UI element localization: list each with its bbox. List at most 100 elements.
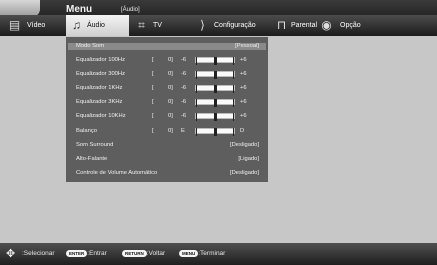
slider-max-label: +6	[240, 85, 247, 91]
slider-right-tick	[233, 128, 234, 136]
slider-thumb[interactable]	[214, 85, 217, 93]
slider-min-label: -6	[181, 99, 187, 105]
menu-subtitle: [Áudio]	[121, 7, 140, 13]
setup-icon: ⟩	[200, 18, 205, 32]
slider-max-label: +6	[240, 57, 247, 63]
slider-max-label: +6	[240, 71, 247, 77]
bracket: [	[152, 99, 154, 105]
setting-value: 0]	[168, 85, 173, 91]
help-return: RETURN:Voltar	[122, 250, 165, 257]
tab-video[interactable]: ▤ Vídeo	[0, 15, 60, 36]
setting-eq-1khz[interactable]: Equalizador 1KHz [ 0] -6 +6	[66, 82, 268, 95]
help-enter-label: :Entrar	[87, 250, 107, 258]
slider-left-tick	[196, 85, 197, 93]
setting-value: [Ligado]	[238, 156, 259, 162]
slider-right-tick	[233, 99, 234, 107]
tab-opcao[interactable]: ◉ Opção	[320, 15, 380, 36]
help-menu: MENU:Terminar	[179, 250, 225, 257]
setting-label: Balanço	[76, 128, 97, 134]
slider-thumb[interactable]	[214, 128, 217, 136]
setting-label: Alto-Falante	[76, 156, 108, 162]
tab-opcao-label: Opção	[340, 22, 361, 29]
help-bar: ✥ :Selecionar ENTER:Entrar RETURN:Voltar…	[0, 243, 437, 265]
return-key: RETURN	[122, 250, 147, 257]
slider-thumb[interactable]	[214, 99, 217, 107]
slider-thumb[interactable]	[214, 57, 217, 65]
enter-key: ENTER	[66, 250, 88, 257]
slider-min-label: -6	[181, 113, 187, 119]
setting-label: Equalizador 1KHz	[76, 85, 123, 91]
slider-left-tick	[196, 99, 197, 107]
dpad-icon: ✥	[6, 248, 16, 260]
menu-key: MENU	[179, 250, 199, 257]
eq-3khz-slider[interactable]	[195, 99, 235, 107]
slider-left-tick	[196, 71, 197, 79]
setting-label: Equalizador 10KHz	[76, 113, 126, 119]
tab-audio-label: Áudio	[87, 22, 105, 29]
eq-300hz-slider[interactable]	[195, 71, 235, 79]
tab-audio[interactable]: ♫ Áudio	[66, 15, 129, 36]
slider-left-tick	[196, 128, 197, 136]
setting-alto-falante[interactable]: Alto-Falante [Ligado]	[66, 153, 268, 166]
slider-thumb[interactable]	[214, 113, 217, 121]
lock-icon: ⊓	[276, 18, 287, 32]
help-select: :Selecionar	[22, 250, 55, 257]
slider-min-label: E	[181, 128, 185, 134]
tab-configuracao[interactable]: ⟩ Configuração	[196, 15, 272, 36]
setting-value: 0]	[168, 71, 173, 77]
slider-thumb[interactable]	[214, 71, 217, 79]
bracket: [	[152, 57, 154, 63]
slider-max-label: D	[240, 128, 245, 134]
setting-value: [Pessoal]	[235, 43, 259, 49]
setting-modo-som[interactable]: Modo Som [Pessoal]	[66, 40, 268, 53]
help-return-label: :Voltar	[146, 250, 166, 258]
bracket: [	[152, 113, 154, 119]
setting-value: 0]	[168, 99, 173, 105]
setting-controle-volume-automatico[interactable]: Controle de Volume Automático [Desligado…	[66, 167, 268, 180]
bracket: [	[152, 71, 154, 77]
slider-right-tick	[233, 57, 234, 65]
slider-min-label: -6	[181, 85, 187, 91]
setting-eq-100hz[interactable]: Equalizador 100Hz [ 0] -6 +6	[66, 54, 268, 67]
help-menu-label: :Terminar	[198, 250, 226, 258]
setting-value: [Desligado]	[229, 142, 259, 148]
eq-100hz-slider[interactable]	[195, 57, 235, 65]
tab-tv-label: TV	[153, 22, 162, 29]
slider-max-label: +6	[240, 99, 247, 105]
balance-slider[interactable]	[195, 128, 235, 136]
setting-label: Som Surround	[76, 142, 114, 148]
slider-min-label: -6	[181, 57, 187, 63]
setting-label: Equalizador 3KHz	[76, 99, 123, 105]
setting-eq-3khz[interactable]: Equalizador 3KHz [ 0] -6 +6	[66, 96, 268, 109]
setting-value: 0]	[168, 113, 173, 119]
setting-eq-10khz[interactable]: Equalizador 10KHz [ 0] -6 +6	[66, 110, 268, 123]
setting-value: [Desligado]	[229, 170, 259, 176]
menu-title: Menu	[66, 4, 93, 15]
bracket: [	[152, 128, 154, 134]
slider-right-tick	[233, 71, 234, 79]
setting-value: 0]	[168, 57, 173, 63]
tv-icon: ⌗	[138, 18, 145, 32]
tab-parental-label: Parental	[291, 22, 318, 29]
slider-max-label: +6	[240, 113, 247, 119]
video-icon: ▤	[8, 18, 21, 32]
setting-som-surround[interactable]: Som Surround [Desligado]	[66, 139, 268, 152]
tab-configuracao-label: Configuração	[214, 22, 256, 29]
setting-value: 0]	[168, 128, 173, 134]
setting-balanco[interactable]: Balanço [ 0] E D	[66, 125, 268, 138]
help-enter: ENTER:Entrar	[66, 250, 107, 257]
audio-settings-panel: Modo Som [Pessoal] Equalizador 100Hz [ 0…	[66, 37, 268, 182]
setting-eq-300hz[interactable]: Equalizador 300Hz [ 0] -6 +6	[66, 68, 268, 81]
slider-right-tick	[233, 113, 234, 121]
setting-label: Equalizador 100Hz	[76, 57, 125, 63]
tab-tv[interactable]: ⌗ TV	[135, 15, 185, 36]
eq-10khz-slider[interactable]	[195, 113, 235, 121]
tab-bar: ▤ Vídeo ♫ Áudio ⌗ TV ⟩ Configuração ⊓ Pa…	[0, 15, 437, 36]
bracket: [	[152, 85, 154, 91]
setting-label: Controle de Volume Automático	[76, 170, 158, 176]
audio-icon: ♫	[72, 18, 81, 32]
eq-1khz-slider[interactable]	[195, 85, 235, 93]
slider-min-label: -6	[181, 71, 187, 77]
slider-left-tick	[196, 113, 197, 121]
setting-label: Equalizador 300Hz	[76, 71, 125, 77]
